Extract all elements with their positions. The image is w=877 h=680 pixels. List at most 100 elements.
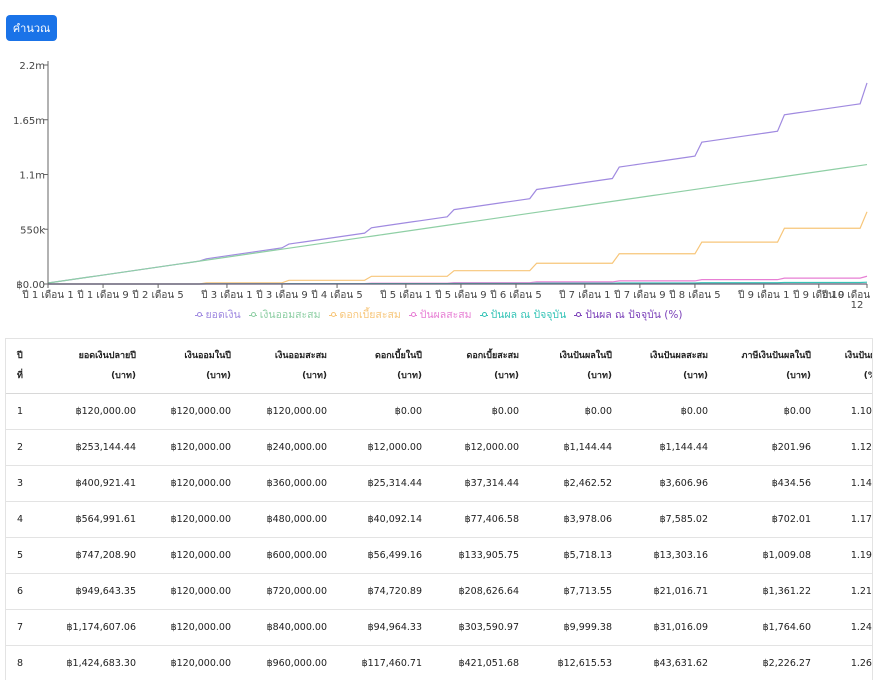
y-tick-label: 1.65m <box>13 116 45 127</box>
table-cell: ฿43,631.62 <box>623 646 719 680</box>
legend-item-3[interactable]: ดอกเบี้ยสะสม <box>329 306 401 323</box>
table-cell: ฿1,764.60 <box>719 610 822 646</box>
legend-item-1[interactable]: ยอดเงิน <box>195 306 241 323</box>
table-cell: ฿2,226.27 <box>719 646 822 680</box>
table-cell: ฿120,000.00 <box>46 394 147 430</box>
column-header-title: เงินออมสะสม <box>253 346 327 366</box>
legend-item-2[interactable]: เงินออมสะสม <box>249 306 321 323</box>
table-cell: ฿21,016.71 <box>623 574 719 610</box>
legend-line-icon <box>574 315 582 316</box>
chart-legend: ยอดเงิน เงินออมสะสม ดอกเบี้ยสะสม ปันผลสะสม ป… <box>0 306 877 323</box>
table-cell: ฿0.00 <box>338 394 433 430</box>
table-cell: 2 <box>6 430 46 466</box>
x-tick-label: ปี 5 เดือน 1 <box>380 289 432 301</box>
table-cell: ฿303,590.97 <box>433 610 530 646</box>
x-tick-label: ปี 2 เดือน 5 <box>132 289 184 301</box>
table-cell: 1.24% <box>822 610 873 646</box>
table-cell: ฿480,000.00 <box>242 502 338 538</box>
table-cell: 1.12% <box>822 430 873 466</box>
table-cell: ฿0.00 <box>719 394 822 430</box>
column-header-unit: ที่ <box>17 366 35 386</box>
table-cell: 1.10% <box>822 394 873 430</box>
column-header-unit: (บาท) <box>541 366 612 386</box>
table-cell: ฿31,016.09 <box>623 610 719 646</box>
table-cell: ฿56,499.16 <box>338 538 433 574</box>
table-cell: ฿120,000.00 <box>147 466 242 502</box>
legend-line-icon <box>195 315 203 316</box>
legend-item-5[interactable]: ปันผล ณ ปัจจุบัน <box>480 306 567 323</box>
table-header-row: ปีที่ยอดเงินปลายปี(บาท)เงินออมในปี(บาท)เ… <box>6 339 873 394</box>
column-header-unit: (บาท) <box>349 366 422 386</box>
table-cell: ฿74,720.89 <box>338 574 433 610</box>
y-tick-label: 2.2m <box>19 61 45 72</box>
table-cell: ฿434.56 <box>719 466 822 502</box>
legend-line-icon <box>409 315 417 316</box>
table-cell: ฿0.00 <box>433 394 530 430</box>
table-cell: 4 <box>6 502 46 538</box>
legend-label: ปันผล ณ ปัจจุบัน <box>491 309 567 321</box>
column-header-title: ภาษีเงินปันผลในปี <box>730 346 811 366</box>
table-cell: ฿133,905.75 <box>433 538 530 574</box>
table-row: 4฿564,991.61฿120,000.00฿480,000.00฿40,09… <box>6 502 873 538</box>
column-header: ปีที่ <box>6 339 46 394</box>
legend-line-icon <box>329 315 337 316</box>
table-cell: ฿702.01 <box>719 502 822 538</box>
table-cell: ฿12,000.00 <box>338 430 433 466</box>
table-cell: ฿77,406.58 <box>433 502 530 538</box>
column-header: ดอกเบี้ยในปี(บาท) <box>338 339 433 394</box>
table-cell: ฿120,000.00 <box>147 538 242 574</box>
table-cell: ฿94,964.33 <box>338 610 433 646</box>
legend-item-6[interactable]: ปันผล ณ ปัจจุบัน (%) <box>574 306 682 323</box>
table-row: 3฿400,921.41฿120,000.00฿360,000.00฿25,31… <box>6 466 873 502</box>
x-tick-label: ปี 1 เดือน 1 <box>22 289 74 301</box>
table-cell: ฿12,000.00 <box>433 430 530 466</box>
table-row: 8฿1,424,683.30฿120,000.00฿960,000.00฿117… <box>6 646 873 680</box>
table-cell: ฿120,000.00 <box>147 394 242 430</box>
calculate-button[interactable]: คำนวณ <box>6 15 57 41</box>
table-cell: 8 <box>6 646 46 680</box>
column-header: เงินออมในปี(บาท) <box>147 339 242 394</box>
table-cell: ฿600,000.00 <box>242 538 338 574</box>
column-header-unit: (บาท) <box>253 366 327 386</box>
table-cell: 5 <box>6 538 46 574</box>
column-header-unit: (บาท) <box>158 366 231 386</box>
table-cell: ฿12,615.53 <box>530 646 623 680</box>
table-cell: ฿120,000.00 <box>147 610 242 646</box>
column-header-title: เงินปันผลในปี <box>541 346 612 366</box>
column-header: เงินออมสะสม(บาท) <box>242 339 338 394</box>
table-cell: ฿360,000.00 <box>242 466 338 502</box>
table-cell: ฿201.96 <box>719 430 822 466</box>
column-header-title: ดอกเบี้ยในปี <box>349 346 422 366</box>
column-header-unit: (บาท) <box>444 366 519 386</box>
column-header-unit: (บาท) <box>634 366 708 386</box>
table-cell: ฿117,460.71 <box>338 646 433 680</box>
table-cell: ฿1,361.22 <box>719 574 822 610</box>
table-cell: ฿949,643.35 <box>46 574 147 610</box>
table-cell: ฿208,626.64 <box>433 574 530 610</box>
table-cell: ฿120,000.00 <box>147 646 242 680</box>
table-cell: ฿120,000.00 <box>147 502 242 538</box>
x-tick-label: ปี 8 เดือน 5 <box>669 289 721 301</box>
column-header-unit: (บาท) <box>57 366 136 386</box>
column-header: ดอกเบี้ยสะสม(บาท) <box>433 339 530 394</box>
table-cell: ฿13,303.16 <box>623 538 719 574</box>
table-cell: 1.14% <box>822 466 873 502</box>
table-cell: ฿1,424,683.30 <box>46 646 147 680</box>
table-row: 5฿747,208.90฿120,000.00฿600,000.00฿56,49… <box>6 538 873 574</box>
x-tick-label: ปี 9 เดือน 1 <box>737 289 789 301</box>
x-tick-label: ปี 1 เดือน 9 <box>77 289 129 301</box>
legend-line-icon <box>249 315 257 316</box>
legend-label: ยอดเงิน <box>206 309 241 321</box>
series-line-3 <box>48 212 867 284</box>
table-cell: ฿120,000.00 <box>242 394 338 430</box>
table-cell: ฿253,144.44 <box>46 430 147 466</box>
column-header: ภาษีเงินปันผลในปี(บาท) <box>719 339 822 394</box>
table-cell: ฿120,000.00 <box>147 430 242 466</box>
table-cell: ฿840,000.00 <box>242 610 338 646</box>
table-cell: 1.19% <box>822 538 873 574</box>
column-header-title: เงินออมในปี <box>158 346 231 366</box>
y-tick-label: 550k <box>20 225 45 236</box>
table-cell: ฿3,606.96 <box>623 466 719 502</box>
table-cell: ฿7,585.02 <box>623 502 719 538</box>
legend-item-4[interactable]: ปันผลสะสม <box>409 306 472 323</box>
